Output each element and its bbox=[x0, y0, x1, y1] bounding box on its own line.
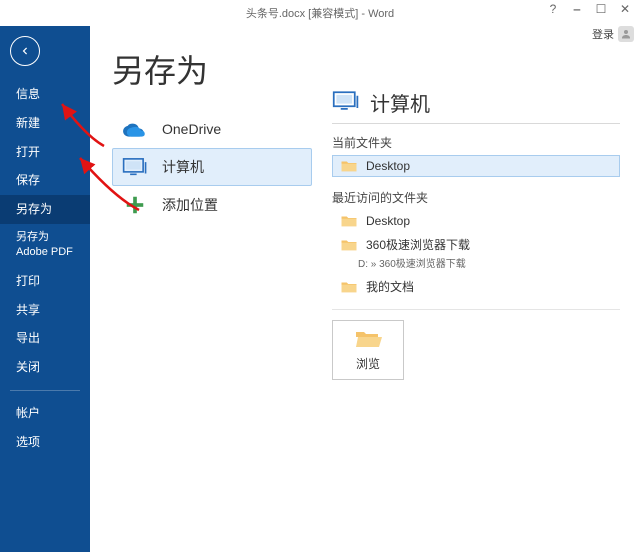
location-label: OneDrive bbox=[162, 121, 221, 137]
nav-separator bbox=[10, 390, 80, 391]
recent-folder-row[interactable]: 我的文档 bbox=[332, 274, 620, 299]
nav-print[interactable]: 打印 bbox=[0, 267, 90, 296]
locations-column: 另存为 OneDrive 计算机 bbox=[112, 42, 312, 542]
nav-save[interactable]: 保存 bbox=[0, 166, 90, 195]
nav-export[interactable]: 导出 bbox=[0, 324, 90, 353]
add-place-icon bbox=[122, 194, 148, 216]
folder-open-icon bbox=[354, 329, 382, 349]
recent-folder-row[interactable]: Desktop bbox=[332, 210, 620, 232]
nav-close[interactable]: 关闭 bbox=[0, 353, 90, 382]
location-add-place[interactable]: 添加位置 bbox=[112, 186, 312, 224]
login-area[interactable]: 登录 bbox=[592, 26, 634, 42]
nav-new[interactable]: 新建 bbox=[0, 109, 90, 138]
folder-name: 360极速浏览器下载 bbox=[366, 236, 470, 253]
maximize-icon[interactable]: ☐ bbox=[590, 2, 612, 16]
nav-save-as[interactable]: 另存为 bbox=[0, 195, 90, 224]
onedrive-icon bbox=[122, 118, 148, 140]
nav-account[interactable]: 帐户 bbox=[0, 399, 90, 428]
avatar-icon bbox=[618, 26, 634, 42]
title-bar: 头条号.docx [兼容模式] - Word ? ‒ ☐ ✕ bbox=[0, 0, 640, 26]
back-button[interactable] bbox=[10, 36, 40, 66]
minimize-icon[interactable]: ‒ bbox=[566, 2, 588, 16]
window-controls: ? ‒ ☐ ✕ bbox=[542, 2, 636, 16]
folder-icon bbox=[340, 214, 358, 228]
details-column: 计算机 当前文件夹 Desktop 最近访问的文件夹 Desktop 360极速… bbox=[332, 42, 630, 542]
folder-name: Desktop bbox=[366, 159, 410, 173]
separator bbox=[332, 309, 620, 310]
nav-save-as-adobe-pdf[interactable]: 另存为 Adobe PDF bbox=[0, 224, 90, 267]
folder-icon bbox=[340, 159, 358, 173]
browse-button[interactable]: 浏览 bbox=[332, 320, 404, 380]
location-label: 添加位置 bbox=[162, 195, 218, 215]
sidebar: 信息 新建 打开 保存 另存为 另存为 Adobe PDF 打印 共享 导出 关… bbox=[0, 26, 90, 552]
location-onedrive[interactable]: OneDrive bbox=[112, 110, 312, 148]
details-heading-row: 计算机 bbox=[332, 88, 620, 124]
recent-folder-row[interactable]: 360极速浏览器下载 bbox=[332, 232, 620, 257]
close-icon[interactable]: ✕ bbox=[614, 2, 636, 16]
computer-icon bbox=[332, 90, 360, 115]
help-icon[interactable]: ? bbox=[542, 2, 564, 16]
main-area: 另存为 OneDrive 计算机 bbox=[90, 26, 640, 552]
page-title: 另存为 bbox=[112, 46, 312, 92]
details-heading: 计算机 bbox=[370, 88, 430, 117]
folder-name: 我的文档 bbox=[366, 278, 414, 295]
login-label: 登录 bbox=[592, 26, 614, 42]
nav-info[interactable]: 信息 bbox=[0, 80, 90, 109]
nav-open[interactable]: 打开 bbox=[0, 138, 90, 167]
nav-options[interactable]: 选项 bbox=[0, 428, 90, 457]
computer-icon bbox=[122, 156, 148, 178]
recent-folders-label: 最近访问的文件夹 bbox=[332, 189, 620, 206]
location-computer[interactable]: 计算机 bbox=[112, 148, 312, 186]
current-folder-label: 当前文件夹 bbox=[332, 134, 620, 151]
current-folder-row[interactable]: Desktop bbox=[332, 155, 620, 177]
folder-subpath: D: » 360极速浏览器下载 bbox=[358, 255, 620, 270]
location-label: 计算机 bbox=[162, 157, 204, 177]
window-title: 头条号.docx [兼容模式] - Word bbox=[246, 5, 394, 21]
browse-label: 浏览 bbox=[356, 355, 380, 372]
folder-icon bbox=[340, 238, 358, 252]
folder-icon bbox=[340, 280, 358, 294]
nav-share[interactable]: 共享 bbox=[0, 296, 90, 325]
folder-name: Desktop bbox=[366, 214, 410, 228]
